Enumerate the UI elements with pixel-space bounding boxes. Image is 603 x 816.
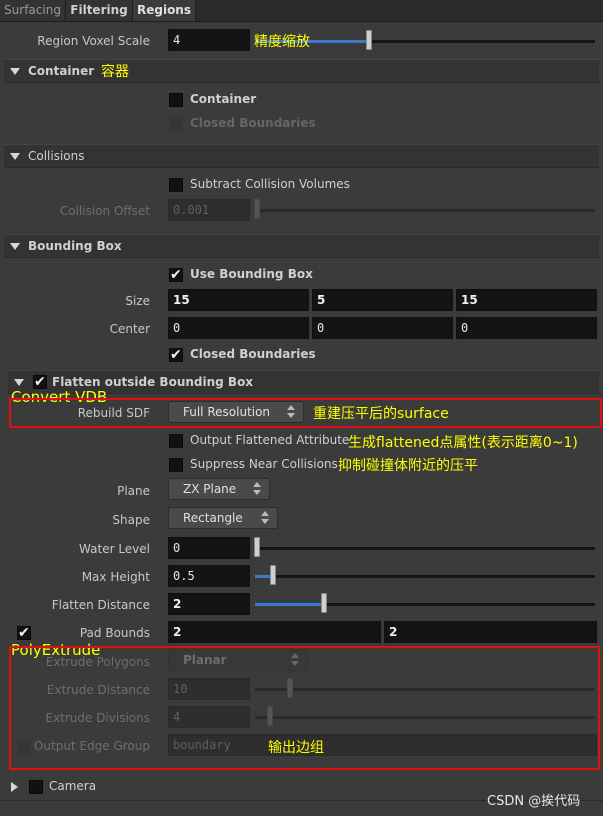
container-checkbox-label: Container <box>190 92 257 106</box>
pad-bounds-label: Pad Bounds <box>79 626 150 640</box>
rebuild-sdf-menu[interactable]: Full Resolution <box>168 401 304 423</box>
region-voxel-scale-label: Region Voxel Scale <box>37 34 150 48</box>
size-label: Size <box>125 294 150 308</box>
output-flattened-checkbox[interactable] <box>169 434 183 448</box>
water-level-slider[interactable] <box>255 547 595 550</box>
extrude-distance-field[interactable]: 10 <box>168 678 250 700</box>
camera-folder-title: Camera <box>49 779 97 793</box>
container-folder-title: Container <box>28 64 95 78</box>
tab-regions[interactable]: Regions <box>133 0 196 21</box>
extrude-polygons-label: Extrude Polygons <box>45 655 150 669</box>
annotation-suppress: 抑制碰撞体附近的压平 <box>338 458 478 474</box>
use-bounding-box-checkbox[interactable]: ✔ <box>169 268 183 282</box>
use-bounding-box-label: Use Bounding Box <box>190 267 313 281</box>
checkmark-icon: ✔ <box>34 374 46 390</box>
extrude-divisions-label: Extrude Divisions <box>45 711 150 725</box>
collision-offset-field[interactable]: 0.001 <box>168 199 250 221</box>
water-level-slider-handle[interactable] <box>254 537 260 557</box>
bbox-closed-boundaries-label: Closed Boundaries <box>190 347 316 361</box>
camera-checkbox[interactable] <box>29 780 43 794</box>
annotation-output-attr: 生成flattened点属性(表示距离0~1) <box>348 435 578 451</box>
plane-label: Plane <box>117 484 150 498</box>
extrude-divisions-slider-handle[interactable] <box>267 706 273 726</box>
shape-value: Rectangle <box>183 511 243 525</box>
extrude-distance-slider[interactable] <box>255 688 595 691</box>
updown-arrows-icon <box>291 653 299 667</box>
size-y-field[interactable]: 5 <box>312 289 453 311</box>
center-z-field[interactable]: 0 <box>456 317 597 339</box>
shape-menu[interactable]: Rectangle <box>168 507 278 529</box>
pad-bounds-x-field[interactable]: 2 <box>168 621 381 643</box>
center-label: Center <box>109 322 150 336</box>
flatten-enable-checkbox[interactable]: ✔ <box>33 375 47 389</box>
region-voxel-scale-field[interactable]: 4 <box>168 29 250 51</box>
collapse-triangle-icon[interactable] <box>14 379 24 386</box>
flatten-distance-slider-handle[interactable] <box>321 593 327 613</box>
annotation-rebuild: 重建压平后的surface <box>313 406 449 422</box>
pad-bounds-y-field[interactable]: 2 <box>384 621 597 643</box>
bounding-box-folder[interactable]: Bounding Box <box>4 234 599 258</box>
plane-menu[interactable]: ZX Plane <box>168 478 270 500</box>
updown-arrows-icon <box>287 405 295 419</box>
annotation-container: 容器 <box>101 64 129 80</box>
output-flattened-label: Output Flattened Attribute <box>190 433 350 447</box>
output-edge-group-label: Output Edge Group <box>33 739 150 753</box>
collapse-triangle-icon[interactable] <box>10 153 20 160</box>
plane-value: ZX Plane <box>183 482 237 496</box>
checkmark-icon: ✔ <box>170 347 182 363</box>
collapse-triangle-icon[interactable] <box>10 68 20 75</box>
water-level-field[interactable]: 0 <box>168 537 250 559</box>
max-height-slider-fill <box>255 575 271 578</box>
rebuild-sdf-value: Full Resolution <box>183 405 271 419</box>
extrude-polygons-value: Planar <box>183 653 227 667</box>
updown-arrows-icon <box>261 511 269 525</box>
shape-label: Shape <box>112 513 150 527</box>
subtract-collision-checkbox[interactable] <box>169 178 183 192</box>
size-x-field[interactable]: 15 <box>168 289 309 311</box>
suppress-near-collisions-checkbox[interactable] <box>169 458 183 472</box>
output-edge-group-field[interactable]: boundary <box>168 734 597 756</box>
center-y-field[interactable]: 0 <box>312 317 453 339</box>
collision-offset-label: Collision Offset <box>59 204 150 218</box>
extrude-polygons-menu[interactable]: Planar <box>168 649 308 671</box>
extrude-distance-label: Extrude Distance <box>46 683 150 697</box>
size-z-field[interactable]: 15 <box>456 289 597 311</box>
collision-offset-slider-handle[interactable] <box>254 199 260 219</box>
tab-filtering[interactable]: Filtering <box>66 0 133 21</box>
container-checkbox[interactable] <box>169 93 183 107</box>
suppress-near-collisions-label: Suppress Near Collisions <box>190 457 338 471</box>
water-level-label: Water Level <box>79 542 150 556</box>
max-height-slider[interactable] <box>255 575 595 578</box>
checkmark-icon: ✔ <box>170 267 182 283</box>
container-closed-boundaries-label: Closed Boundaries <box>190 116 316 130</box>
max-height-slider-handle[interactable] <box>270 565 276 585</box>
annotation-output-edge: 输出边组 <box>268 740 324 756</box>
watermark: CSDN @挨代码 <box>487 794 581 809</box>
extrude-distance-slider-handle[interactable] <box>287 678 293 698</box>
container-closed-boundaries-checkbox[interactable] <box>169 117 183 131</box>
tab-bar: Surfacing Filtering Regions <box>0 0 603 22</box>
updown-arrows-icon <box>253 482 261 496</box>
subtract-collision-label: Subtract Collision Volumes <box>190 177 350 191</box>
expand-triangle-icon[interactable] <box>11 782 18 792</box>
bounding-box-folder-title: Bounding Box <box>28 239 122 253</box>
flatten-distance-slider-fill <box>255 603 323 606</box>
collisions-folder[interactable]: Collisions <box>4 144 599 168</box>
max-height-field[interactable]: 0.5 <box>168 565 250 587</box>
container-folder[interactable]: Container <box>4 59 599 83</box>
region-voxel-scale-slider-handle[interactable] <box>366 30 372 50</box>
annotation-voxel: 精度缩放 <box>254 34 310 50</box>
extrude-divisions-field[interactable]: 4 <box>168 706 250 728</box>
rebuild-sdf-label: Rebuild SDF <box>77 406 150 420</box>
collapse-triangle-icon[interactable] <box>10 243 20 250</box>
tab-surfacing[interactable]: Surfacing <box>0 0 66 21</box>
collision-offset-slider[interactable] <box>255 209 595 212</box>
flatten-distance-label: Flatten Distance <box>51 598 150 612</box>
flatten-distance-field[interactable]: 2 <box>168 593 250 615</box>
extrude-divisions-slider[interactable] <box>255 716 595 719</box>
center-x-field[interactable]: 0 <box>168 317 309 339</box>
max-height-label: Max Height <box>81 570 150 584</box>
bbox-closed-boundaries-checkbox[interactable]: ✔ <box>169 348 183 362</box>
collisions-folder-title: Collisions <box>28 149 85 163</box>
